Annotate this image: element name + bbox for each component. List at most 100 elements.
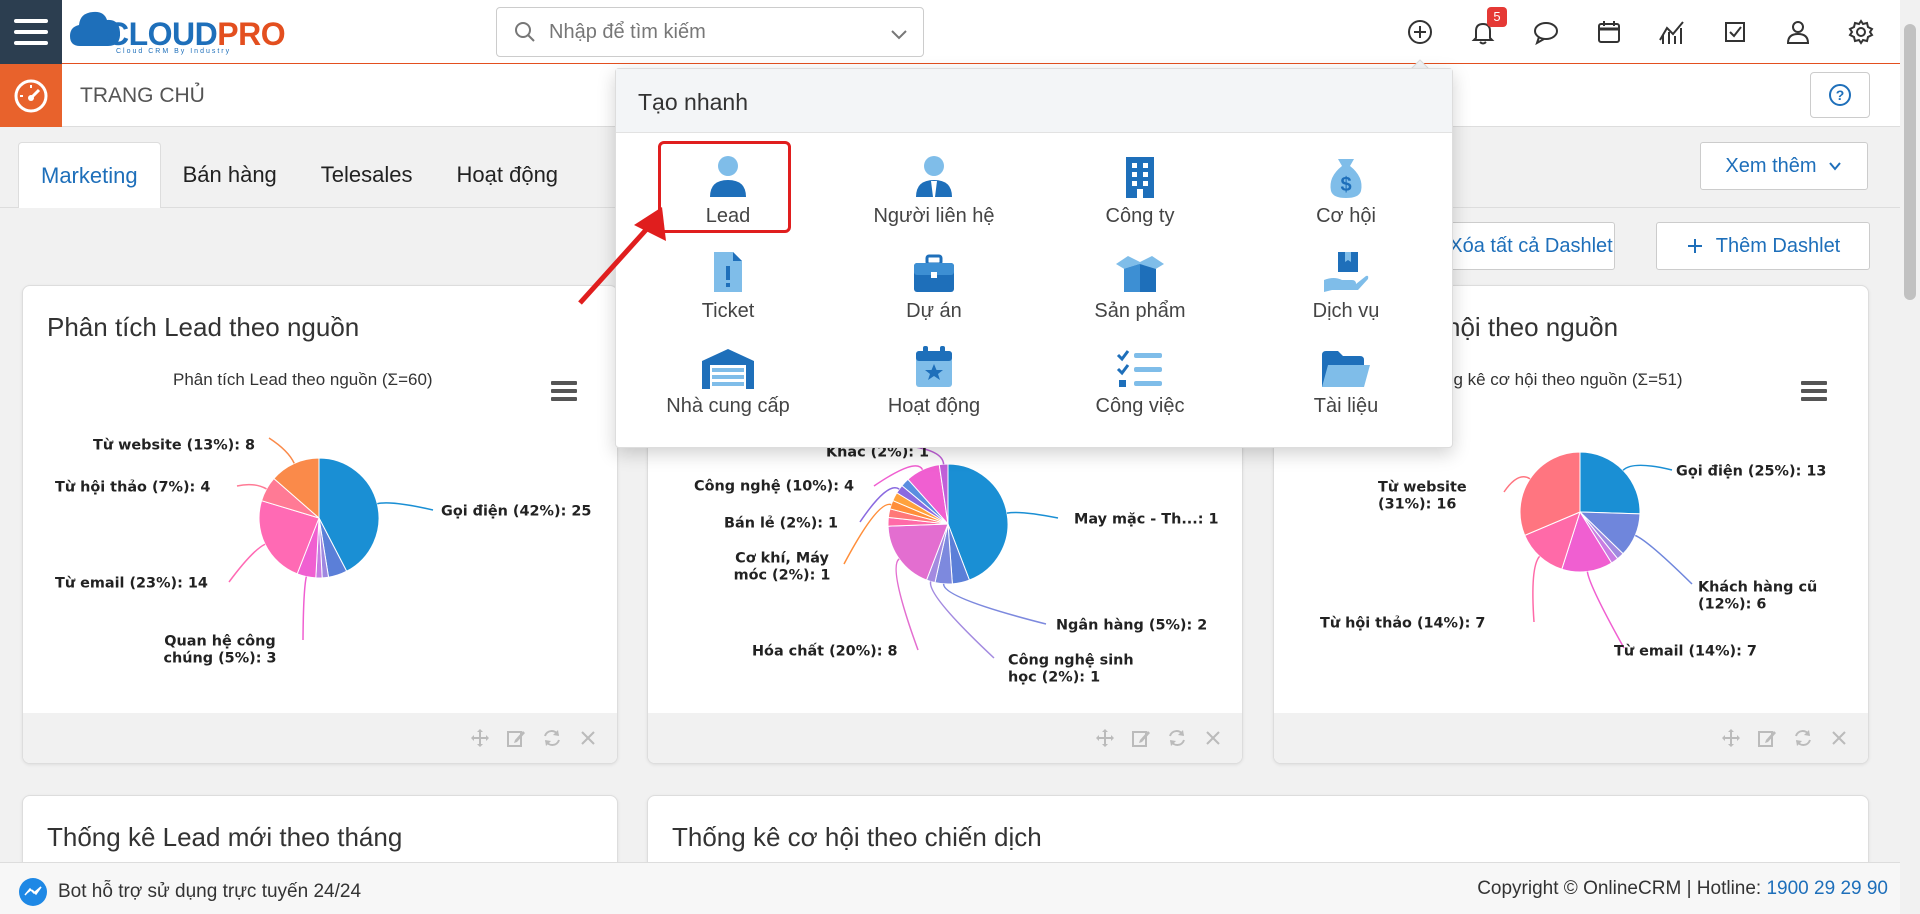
pie-slice[interactable] <box>1579 451 1641 515</box>
logo[interactable]: CLOUDPRO Cloud CRM By Industry <box>70 6 295 56</box>
dashlet-toolbar <box>648 713 1242 763</box>
logo-subtitle: Cloud CRM By Industry <box>116 48 232 55</box>
close-icon[interactable] <box>1202 727 1224 749</box>
user-icon <box>1786 21 1810 44</box>
tab-telesales[interactable]: Telesales <box>299 142 435 208</box>
move-icon[interactable] <box>1094 727 1116 749</box>
chat-button[interactable] <box>1530 16 1562 48</box>
quick-create-project[interactable]: Dự án <box>831 244 1037 339</box>
calendar-button[interactable] <box>1593 16 1625 48</box>
data-label: Từ hội thảo (7%): 4 <box>55 478 211 496</box>
question-circle-icon: ? <box>1829 84 1851 106</box>
help-button[interactable]: ? <box>1810 72 1870 118</box>
global-search[interactable] <box>496 7 924 57</box>
annotation-arrow-icon <box>578 207 666 305</box>
quick-create-task[interactable]: Công việc <box>1037 339 1243 434</box>
label-connector <box>236 483 267 490</box>
briefcase-icon <box>914 254 954 292</box>
data-label: Công nghệ sinh học (2%): 1 <box>1008 651 1134 686</box>
tab-activities[interactable]: Hoạt động <box>435 142 581 208</box>
copyright-text: Copyright © OnlineCRM <box>1477 878 1682 899</box>
quick-create-button[interactable] <box>1404 16 1436 48</box>
box-icon <box>1116 256 1164 292</box>
separator: | <box>1686 878 1697 899</box>
quick-create-label: Nhà cung cấp <box>666 395 790 417</box>
chat-bot-link[interactable]: Bot hỗ trợ sử dụng trực tuyến 24/24 <box>18 877 361 907</box>
dashlet-lead-by-source: Phân tích Lead theo nguồn Phân tích Lead… <box>22 285 618 764</box>
tab-marketing[interactable]: Marketing <box>18 142 161 208</box>
label-connector <box>1532 555 1541 623</box>
dashlet-toolbar <box>23 713 617 763</box>
edit-icon[interactable] <box>505 727 527 749</box>
quick-create-vendor[interactable]: Nhà cung cấp <box>625 339 831 434</box>
quick-create-label: Dự án <box>906 300 962 322</box>
data-label: Từ email (14%): 7 <box>1614 642 1757 660</box>
speedometer-icon <box>14 79 48 112</box>
quick-create-label: Tài liệu <box>1313 395 1379 417</box>
scrollbar-thumb[interactable] <box>1904 24 1916 300</box>
label-connector <box>843 503 892 565</box>
refresh-icon[interactable] <box>541 727 563 749</box>
data-label: Quan hệ công chúng (5%): 3 <box>163 632 277 667</box>
clear-dashlets-label: Xóa tất cả Dashlet <box>1449 234 1613 257</box>
checkbox-icon <box>1725 22 1745 42</box>
clear-all-dashlets-button[interactable]: Xóa tất cả Dashlet <box>1447 222 1615 270</box>
plus-circle-icon <box>1408 20 1432 44</box>
quick-create-contact[interactable]: Người liên hệ <box>831 149 1037 244</box>
quick-create-label: Ticket <box>701 300 755 322</box>
tab-sales[interactable]: Bán hàng <box>161 142 299 208</box>
dashboard-tabs: Marketing Bán hàng Telesales Hoạt động <box>18 142 580 208</box>
reports-button[interactable] <box>1656 16 1688 48</box>
page-scrollbar[interactable] <box>1900 0 1920 914</box>
top-bar: CLOUDPRO Cloud CRM By Industry 5 <box>0 0 1900 64</box>
data-label: Từ website (13%): 8 <box>93 436 256 454</box>
notifications-button[interactable]: 5 <box>1467 7 1507 48</box>
quick-create-label: Dịch vụ <box>1312 300 1380 322</box>
close-icon[interactable] <box>577 727 599 749</box>
footer-bar: Bot hỗ trợ sử dụng trực tuyến 24/24 Copy… <box>0 862 1900 914</box>
quick-create-document[interactable]: Tài liệu <box>1243 339 1449 434</box>
data-label: Từ website (31%): 16 <box>1378 478 1467 513</box>
label-connector <box>377 502 434 511</box>
settings-button[interactable] <box>1845 16 1877 48</box>
quick-create-label: Người liên hệ <box>873 205 995 227</box>
refresh-icon[interactable] <box>1166 727 1188 749</box>
edit-icon[interactable] <box>1130 727 1152 749</box>
data-label: Khách hàng cũ (12%): 6 <box>1698 578 1818 613</box>
data-label: Ngân hàng (5%): 2 <box>1056 616 1208 634</box>
user-profile-button[interactable] <box>1782 16 1814 48</box>
quick-create-label: Công ty <box>1105 205 1175 227</box>
quick-create-product[interactable]: Sản phẩm <box>1037 244 1243 339</box>
chat-bubble-icon <box>1534 22 1558 46</box>
close-icon[interactable] <box>1828 727 1850 749</box>
hotline-number[interactable]: 1900 29 29 90 <box>1766 878 1888 899</box>
move-icon[interactable] <box>1720 727 1742 749</box>
hotline-label: Hotline: <box>1696 878 1762 899</box>
menu-toggle-button[interactable] <box>0 0 62 64</box>
dashlet-title: Thống kê Lead mới theo tháng <box>47 822 403 852</box>
label-connector <box>1006 511 1059 519</box>
label-connector <box>228 543 266 583</box>
refresh-icon[interactable] <box>1792 727 1814 749</box>
quick-create-activity[interactable]: Hoạt động <box>831 339 1037 434</box>
label-connector <box>929 581 995 659</box>
add-dashlet-button[interactable]: Thêm Dashlet <box>1656 222 1870 270</box>
see-more-button[interactable]: Xem thêm <box>1700 142 1868 190</box>
quick-create-label: Công việc <box>1095 395 1185 417</box>
tasklist-icon <box>1116 350 1162 387</box>
quick-create-company[interactable]: Công ty <box>1037 149 1243 244</box>
label-connector <box>302 576 308 641</box>
search-input[interactable] <box>549 20 869 44</box>
svg-text:?: ? <box>1836 87 1845 103</box>
quick-create-title: Tạo nhanh <box>616 69 1452 133</box>
see-more-label: Xem thêm <box>1725 154 1817 177</box>
building-icon <box>1126 157 1154 198</box>
edit-icon[interactable] <box>1756 727 1778 749</box>
quick-create-service[interactable]: Dịch vụ <box>1243 244 1449 339</box>
calendar-icon <box>916 346 952 387</box>
label-connector <box>1634 534 1693 585</box>
move-icon[interactable] <box>469 727 491 749</box>
chevron-down-icon[interactable] <box>889 24 909 44</box>
quick-create-opportunity[interactable]: $ Cơ hội <box>1243 149 1449 244</box>
tasks-button[interactable] <box>1719 16 1751 48</box>
